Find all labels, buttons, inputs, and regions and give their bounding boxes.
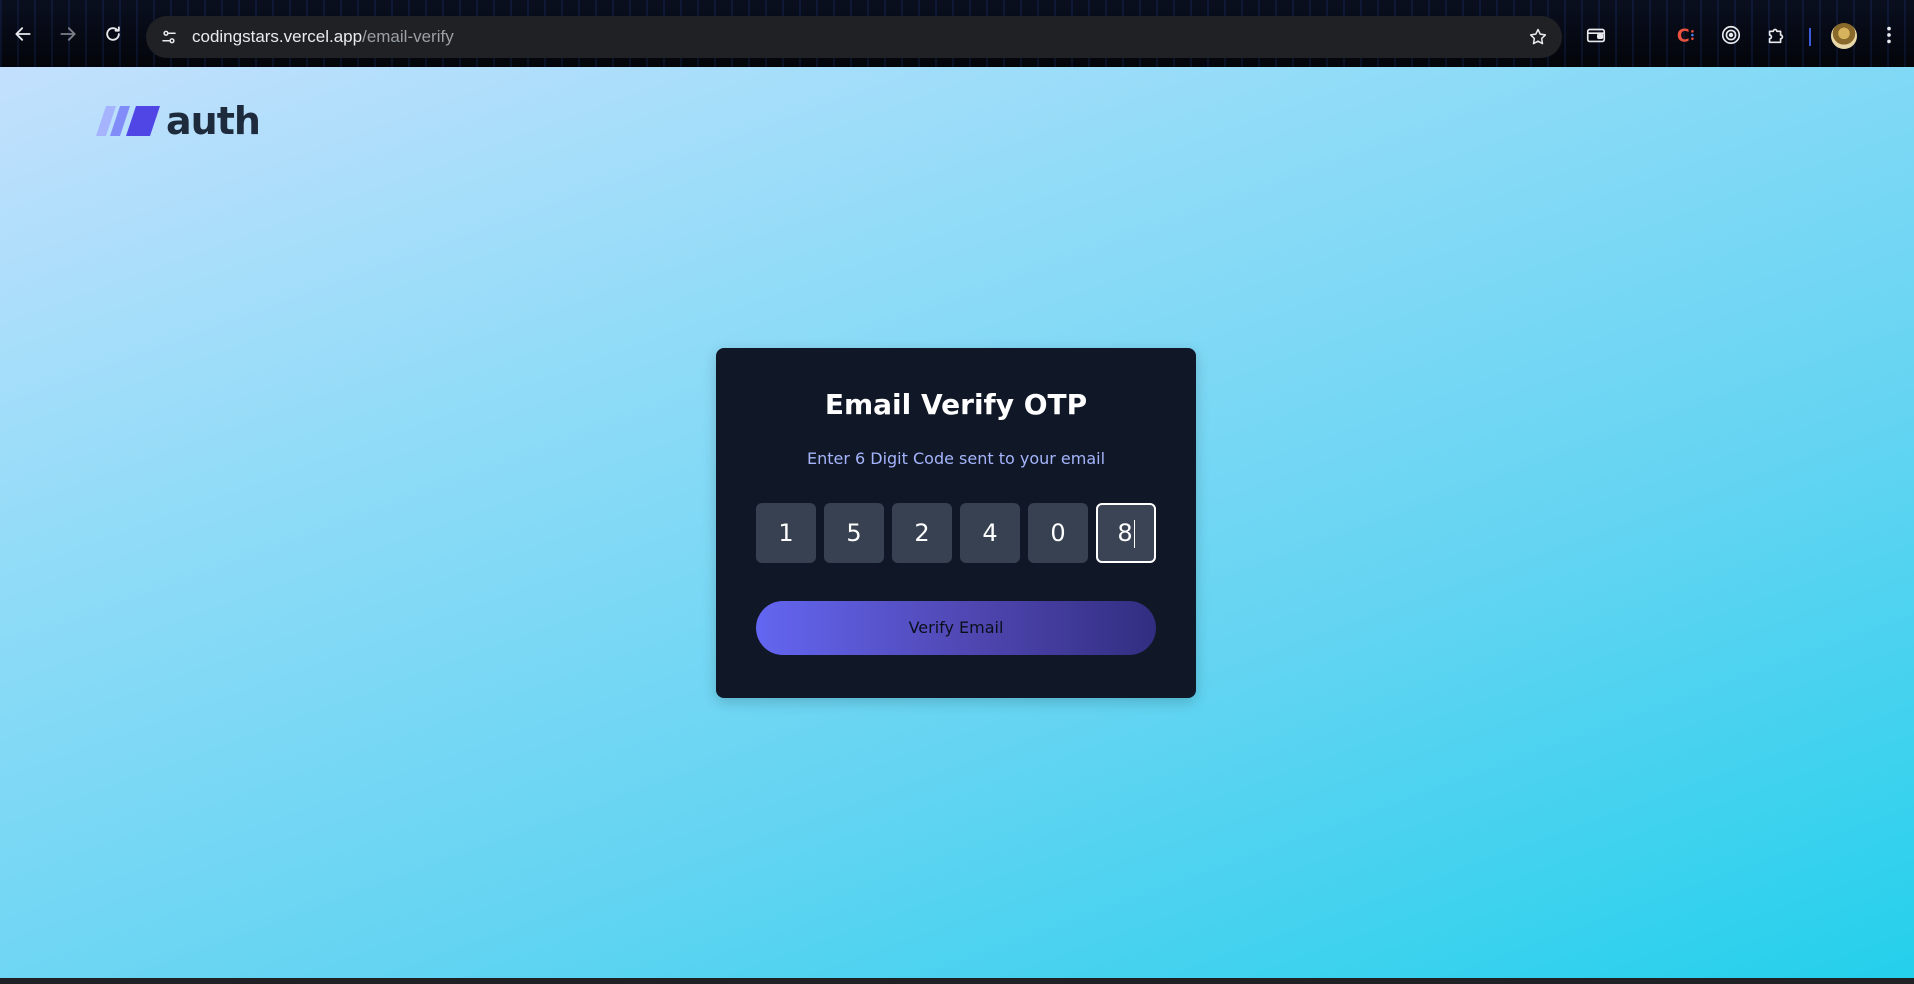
back-button[interactable] (7, 18, 39, 50)
tune-icon (162, 30, 176, 44)
svg-text:C: C (1677, 26, 1690, 46)
url-path: /email-verify (362, 27, 454, 46)
url-domain: codingstars.vercel.app (192, 27, 363, 46)
otp-digit-5[interactable]: 0 (1028, 503, 1088, 563)
otp-digit-2[interactable]: 5 (824, 503, 884, 563)
otp-digit-6[interactable]: 8 (1096, 503, 1156, 563)
otp-input-group: 1 5 2 4 0 8 (756, 503, 1156, 565)
reload-button[interactable] (97, 18, 129, 50)
browser-menu-button[interactable] (1876, 22, 1902, 48)
card-subtitle: Enter 6 Digit Code sent to your email (806, 449, 1106, 468)
target-button[interactable] (1718, 22, 1744, 48)
logo[interactable]: auth (96, 99, 261, 143)
c-extension-button[interactable]: C (1673, 22, 1699, 48)
wallet-icon (1586, 28, 1606, 43)
arrow-right-icon (60, 27, 76, 41)
puzzle-icon (1768, 28, 1784, 44)
page-background: auth Email Verify OTP Enter 6 Digit Code… (0, 67, 1914, 978)
email-verify-card: Email Verify OTP Enter 6 Digit Code sent… (716, 348, 1196, 698)
bottom-edge (0, 978, 1914, 984)
otp-digit-1[interactable]: 1 (756, 503, 816, 563)
extensions-button[interactable] (1763, 22, 1789, 48)
reload-icon (106, 26, 120, 41)
arrow-left-icon (15, 27, 31, 41)
address-bar[interactable]: codingstars.vercel.app/email-verify (146, 16, 1562, 58)
url-text[interactable]: codingstars.vercel.app/email-verify (192, 16, 454, 58)
wallet-button[interactable] (1583, 22, 1609, 48)
target-icon (1721, 25, 1741, 45)
kebab-menu-icon (1887, 26, 1891, 44)
star-icon (1529, 28, 1547, 45)
c-extension-icon: C (1677, 26, 1694, 46)
otp-digit-3[interactable]: 2 (892, 503, 952, 563)
card-title: Email Verify OTP (824, 388, 1088, 421)
logo-text: auth (166, 99, 261, 143)
avatar[interactable] (1831, 23, 1857, 49)
otp-digit-4[interactable]: 4 (960, 503, 1020, 563)
logo-mark-icon (96, 106, 160, 136)
verify-email-button[interactable]: Verify Email (756, 601, 1156, 655)
forward-button[interactable] (52, 18, 84, 50)
bookmark-button[interactable] (1526, 25, 1550, 49)
site-info-button[interactable] (155, 23, 183, 51)
browser-toolbar: codingstars.vercel.app/email-verify C (0, 0, 1914, 67)
toolbar-divider (1809, 28, 1811, 46)
